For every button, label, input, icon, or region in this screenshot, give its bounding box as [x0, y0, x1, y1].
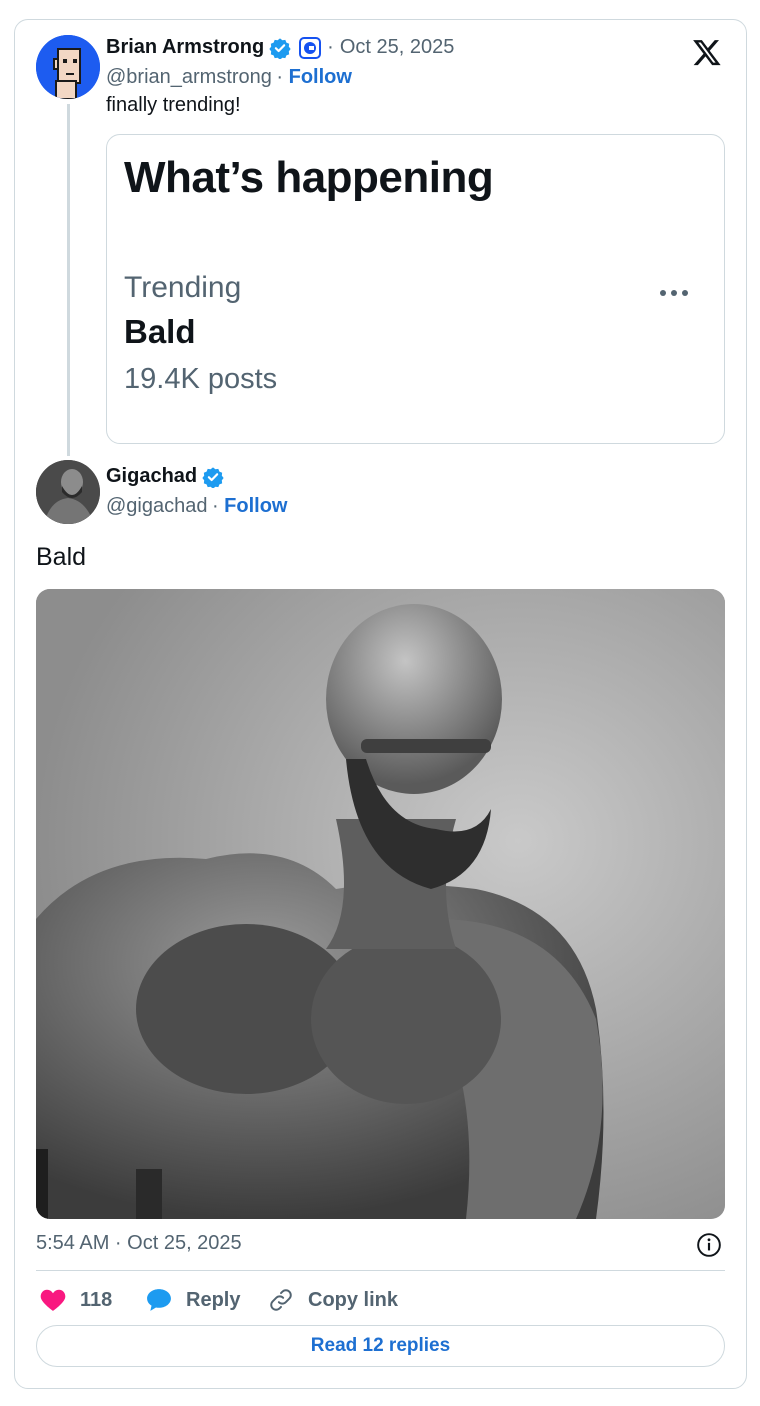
- tweet-card: Brian Armstrong · Oct 25, 2025 @brian_ar…: [14, 19, 747, 1389]
- reply-button[interactable]: Reply: [146, 1285, 240, 1315]
- embed-trending-label: Trending: [124, 271, 242, 304]
- quoted-handle-row: @brian_armstrong · Follow: [106, 66, 352, 88]
- read-replies-button[interactable]: Read 12 replies: [36, 1325, 725, 1367]
- copy-link-label: Copy link: [308, 1288, 399, 1311]
- info-icon[interactable]: [696, 1232, 722, 1258]
- embed-trend-topic: Bald: [124, 313, 196, 350]
- heart-icon: [40, 1289, 66, 1311]
- speech-bubble-icon: [147, 1289, 171, 1311]
- embed-post-count: 19.4K posts: [124, 363, 278, 395]
- verified-badge-icon: [202, 466, 224, 488]
- quoted-tweet-header: Brian Armstrong · Oct 25, 2025: [106, 36, 455, 59]
- thread-line: [67, 104, 70, 456]
- follow-button[interactable]: Follow: [224, 495, 287, 517]
- affiliate-badge-icon: [299, 36, 322, 59]
- tweet-timestamp[interactable]: 5:54 AM · Oct 25, 2025: [36, 1232, 242, 1255]
- main-tweet-text: Bald: [36, 543, 87, 571]
- like-button[interactable]: 118: [40, 1285, 112, 1315]
- author-name[interactable]: Brian Armstrong: [106, 36, 264, 59]
- follow-button[interactable]: Follow: [289, 66, 352, 88]
- quoted-tweet-date[interactable]: Oct 25, 2025: [340, 36, 455, 59]
- reply-label: Reply: [186, 1288, 241, 1311]
- gigachad-avatar[interactable]: [36, 460, 100, 524]
- more-options-icon: [660, 283, 696, 297]
- brian-armstrong-avatar[interactable]: [36, 35, 100, 99]
- author-handle[interactable]: @brian_armstrong: [106, 66, 272, 88]
- verified-badge-icon: [269, 37, 291, 59]
- copy-link-button[interactable]: Copy link: [268, 1285, 398, 1315]
- author-handle[interactable]: @gigachad: [106, 495, 207, 517]
- link-icon: [270, 1289, 292, 1311]
- quoted-tweet-text: finally trending!: [106, 94, 241, 116]
- like-count: 118: [80, 1288, 113, 1311]
- read-replies-label: Read 12 replies: [310, 1335, 451, 1356]
- divider: [36, 1270, 725, 1271]
- author-name[interactable]: Gigachad: [106, 465, 197, 488]
- quoted-tweet-image[interactable]: What’s happening Trending Bald 19.4K pos…: [106, 134, 725, 444]
- embed-title: What’s happening: [124, 153, 494, 202]
- main-handle-row: @gigachad · Follow: [106, 495, 288, 517]
- tweet-photo[interactable]: [36, 589, 725, 1219]
- x-logo-icon[interactable]: [692, 37, 724, 69]
- main-tweet-header: Gigachad: [106, 465, 224, 488]
